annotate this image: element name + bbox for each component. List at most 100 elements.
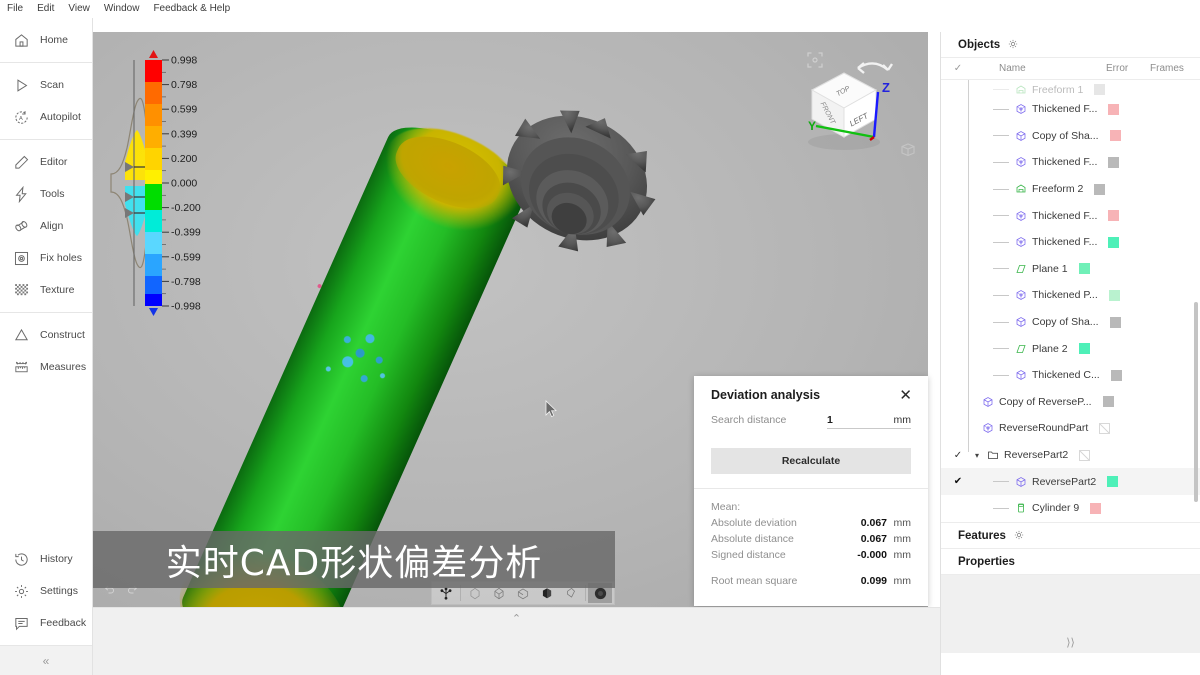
tree-branch bbox=[993, 215, 1009, 217]
view-cube-gizmo[interactable]: TOP FRONT LEFT Y Z bbox=[782, 42, 912, 167]
row-color-swatch[interactable] bbox=[1090, 502, 1102, 514]
sidebar-item-measures[interactable]: Measures bbox=[0, 351, 92, 383]
sidebar-item-settings[interactable]: Settings bbox=[0, 575, 92, 607]
speech-bubble-icon bbox=[12, 614, 30, 632]
sidebar-item-scan[interactable]: Scan bbox=[0, 69, 92, 101]
table-row[interactable]: Plane 1 bbox=[941, 256, 1200, 283]
gear-icon[interactable] bbox=[1014, 527, 1024, 545]
row-color-swatch[interactable] bbox=[1110, 369, 1122, 381]
sidebar-label-autopilot: Autopilot bbox=[40, 111, 81, 123]
row-color-swatch[interactable] bbox=[1094, 84, 1106, 95]
sidebar-item-texture[interactable]: Texture bbox=[0, 274, 92, 306]
right-panel-empty-area bbox=[941, 575, 1200, 631]
stat-label: Absolute distance bbox=[711, 533, 794, 545]
menu-item-view[interactable]: View bbox=[68, 0, 90, 18]
table-row[interactable]: Thickened F... bbox=[941, 229, 1200, 256]
table-row[interactable]: Cylinder 9 bbox=[941, 495, 1200, 522]
row-color-swatch[interactable] bbox=[1108, 103, 1120, 115]
shape-icon bbox=[1014, 369, 1027, 382]
row-color-swatch[interactable] bbox=[1099, 422, 1111, 434]
objects-list[interactable]: Freeform 1 Thickened F... Copy of Sha...… bbox=[941, 80, 1200, 522]
row-label: Copy of Sha... bbox=[1032, 316, 1099, 329]
viewport-bottom-collapse-bar[interactable]: ⌃ bbox=[93, 607, 940, 629]
row-color-swatch[interactable] bbox=[1108, 156, 1120, 168]
recalculate-button[interactable]: Recalculate bbox=[711, 448, 911, 474]
search-distance-unit: mm bbox=[881, 414, 911, 429]
properties-section-header[interactable]: Properties bbox=[941, 549, 1200, 575]
freeform-icon bbox=[1014, 83, 1027, 96]
legend-tick-6: -0.200 bbox=[171, 202, 201, 214]
row-color-swatch[interactable] bbox=[1094, 183, 1106, 195]
plane-icon bbox=[1014, 342, 1027, 355]
tree-branch bbox=[993, 268, 1009, 270]
deviation-color-scale: 0.998 0.798 0.599 0.399 0.200 0.000 -0.2… bbox=[107, 44, 227, 322]
cad-gear-head[interactable] bbox=[497, 108, 677, 298]
sidebar-item-construct[interactable]: Construct bbox=[0, 319, 92, 351]
table-row[interactable]: Copy of ReverseP... bbox=[941, 389, 1200, 416]
table-row[interactable]: Thickened P... bbox=[941, 282, 1200, 309]
stat-unit: mm bbox=[893, 575, 912, 587]
right-panel: Objects ✓ Name Error Frames Freeform 1 T… bbox=[940, 32, 1200, 675]
table-row[interactable]: Copy of Sha... bbox=[941, 309, 1200, 336]
sidebar-item-home[interactable]: Home bbox=[0, 24, 92, 56]
sidebar-label-scan: Scan bbox=[40, 79, 64, 91]
sidebar-collapse-button[interactable]: « bbox=[0, 645, 92, 675]
sidebar-item-editor[interactable]: Editor bbox=[0, 146, 92, 178]
features-section-header[interactable]: Features bbox=[941, 523, 1200, 549]
mini-cube-icon[interactable] bbox=[900, 142, 916, 158]
row-name: Copy of ReverseP... bbox=[975, 395, 1126, 408]
sidebar-label-construct: Construct bbox=[40, 329, 85, 341]
right-panel-expand-button[interactable]: ⟩⟩ bbox=[941, 631, 1200, 653]
sidebar-item-autopilot[interactable]: A Autopilot bbox=[0, 101, 92, 133]
thickened-icon bbox=[1014, 209, 1027, 222]
sidebar-bottom-group: History Settings Feedback bbox=[0, 543, 92, 639]
table-row[interactable]: Thickened F... bbox=[941, 149, 1200, 176]
row-color-swatch[interactable] bbox=[1108, 236, 1120, 248]
table-row[interactable]: Freeform 1 bbox=[941, 80, 1200, 96]
sidebar-group-edit: Editor Tools Align Fix holes Texture bbox=[0, 140, 92, 313]
table-row[interactable]: ReverseRoundPart bbox=[941, 415, 1200, 442]
row-checkbox[interactable]: ✓ bbox=[941, 450, 975, 461]
menu-item-feedback-help[interactable]: Feedback & Help bbox=[153, 0, 230, 18]
menu-item-window[interactable]: Window bbox=[104, 0, 140, 18]
row-color-swatch[interactable] bbox=[1107, 476, 1119, 488]
row-color-swatch[interactable] bbox=[1079, 449, 1091, 461]
table-row[interactable]: ✔ ReversePart2 bbox=[941, 468, 1200, 495]
row-color-swatch[interactable] bbox=[1109, 316, 1121, 328]
menu-item-edit[interactable]: Edit bbox=[37, 0, 54, 18]
row-color-swatch[interactable] bbox=[1102, 396, 1114, 408]
sidebar-item-tools[interactable]: Tools bbox=[0, 178, 92, 210]
sidebar-label-align: Align bbox=[40, 220, 64, 232]
row-label: Freeform 1 bbox=[1032, 83, 1084, 96]
table-row[interactable]: Thickened F... bbox=[941, 202, 1200, 229]
sidebar-item-align[interactable]: Align bbox=[0, 210, 92, 242]
row-checkbox[interactable]: ✔ bbox=[941, 476, 975, 487]
legend-tick-9: -0.798 bbox=[171, 276, 201, 288]
row-color-swatch[interactable] bbox=[1108, 289, 1120, 301]
gear-icon[interactable] bbox=[1008, 36, 1018, 54]
menu-item-file[interactable]: File bbox=[7, 0, 23, 18]
row-color-swatch[interactable] bbox=[1078, 263, 1090, 275]
sidebar-item-history[interactable]: History bbox=[0, 543, 92, 575]
row-name: Freeform 1 bbox=[975, 83, 1126, 96]
chevron-down-icon[interactable]: ▾ bbox=[975, 451, 979, 460]
sidebar-item-feedback[interactable]: Feedback bbox=[0, 607, 92, 639]
table-row[interactable]: Plane 2 bbox=[941, 335, 1200, 362]
column-error: Error bbox=[1106, 63, 1129, 74]
close-icon[interactable]: ✕ bbox=[899, 388, 912, 403]
table-row[interactable]: Copy of Sha... bbox=[941, 123, 1200, 150]
row-color-swatch[interactable] bbox=[1109, 130, 1121, 142]
stat-label: Root mean square bbox=[711, 575, 798, 587]
table-row[interactable]: ✓ ▾ ReversePart2 bbox=[941, 442, 1200, 469]
row-label: Thickened C... bbox=[1032, 369, 1100, 382]
sidebar-item-fix-holes[interactable]: Fix holes bbox=[0, 242, 92, 274]
table-row[interactable]: Freeform 2 bbox=[941, 176, 1200, 203]
objects-scrollbar[interactable] bbox=[1194, 302, 1198, 502]
sidebar-label-editor: Editor bbox=[40, 156, 68, 168]
row-color-swatch[interactable] bbox=[1078, 343, 1090, 355]
svg-text:Z: Z bbox=[882, 80, 890, 95]
row-color-swatch[interactable] bbox=[1108, 210, 1120, 222]
table-row[interactable]: Thickened F... bbox=[941, 96, 1200, 123]
search-distance-input[interactable]: 1 bbox=[827, 414, 881, 429]
table-row[interactable]: Thickened C... bbox=[941, 362, 1200, 389]
